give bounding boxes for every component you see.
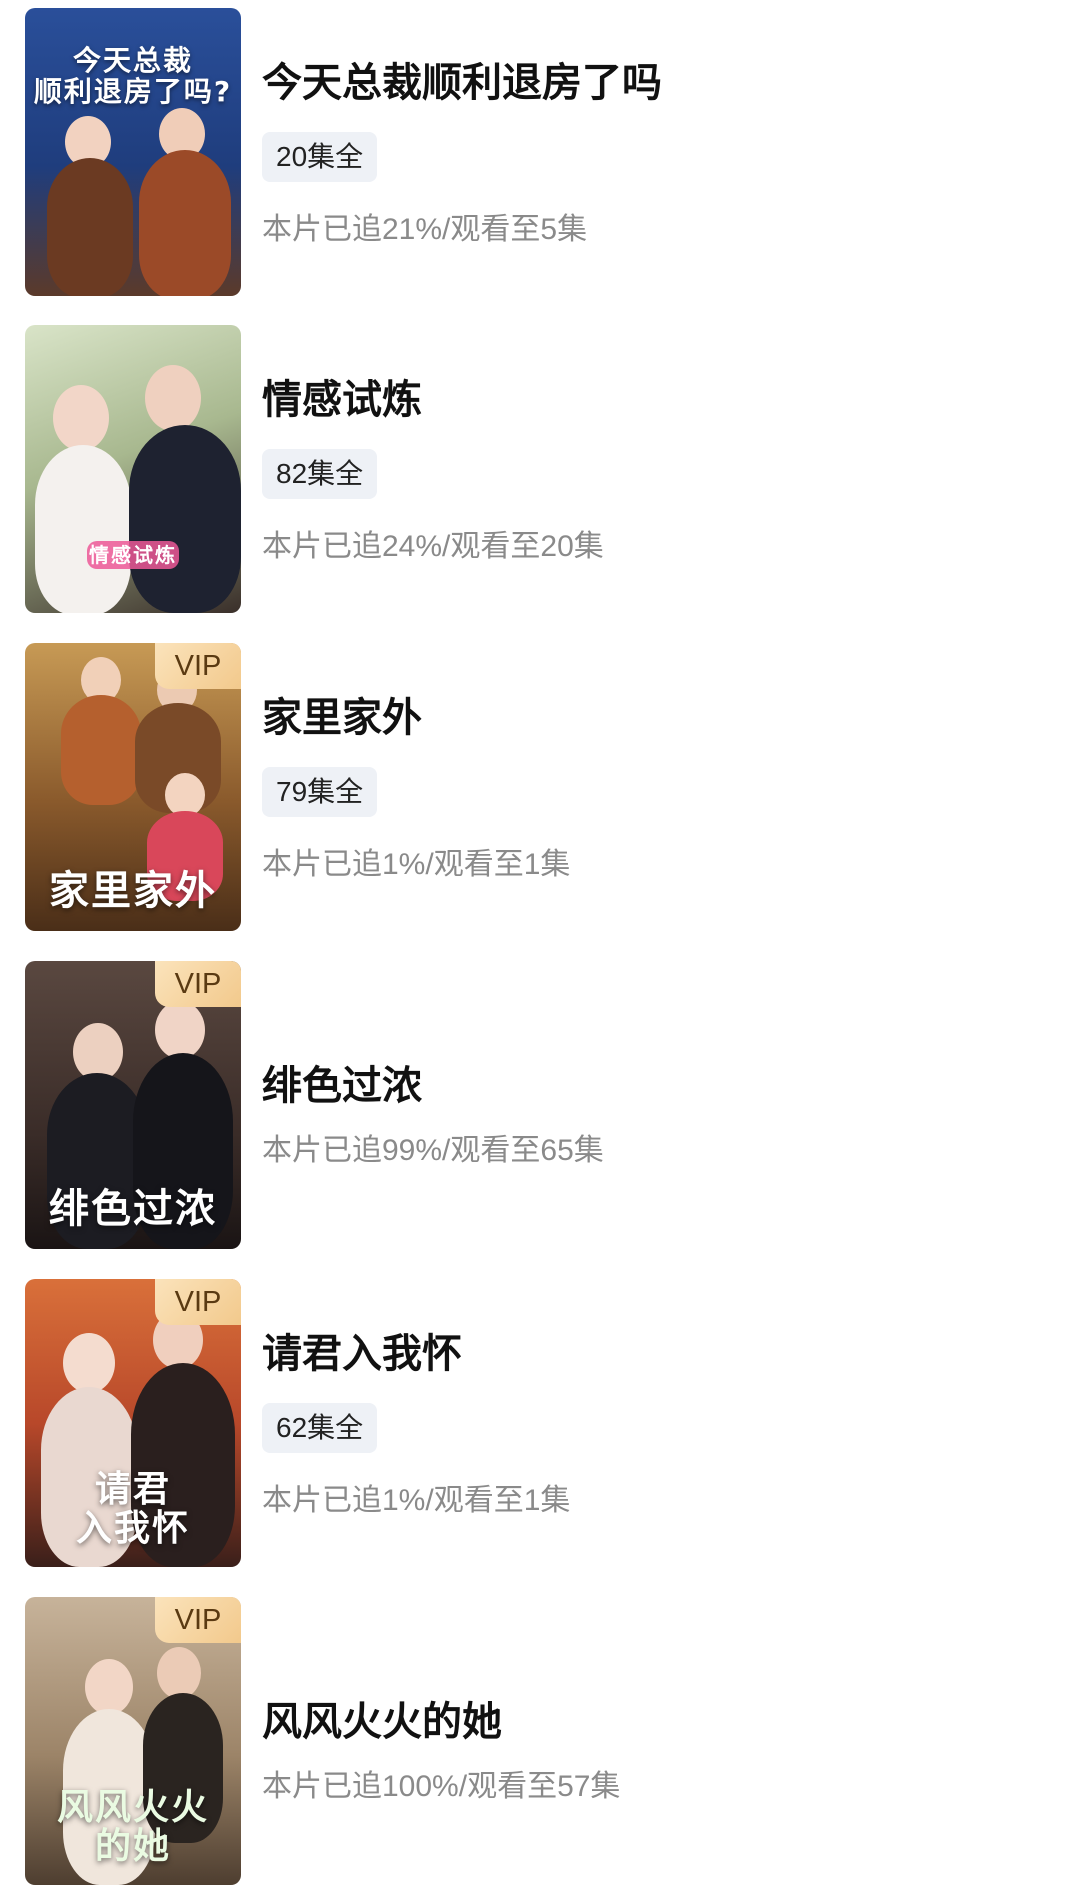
watch-progress-text: 本片已追1%/观看至1集	[262, 1484, 571, 1517]
vip-badge: VIP	[155, 643, 241, 689]
list-item[interactable]: 绯色过浓 VIP 绯色过浓 本片已追99%/观看至65集	[0, 961, 1080, 1251]
poster-thumbnail[interactable]: 绯色过浓 VIP	[25, 961, 241, 1249]
drama-title[interactable]: 今天总裁顺利退房了吗	[262, 50, 662, 108]
drama-title[interactable]: 家里家外	[262, 685, 422, 743]
watch-progress-text: 本片已追100%/观看至57集	[262, 1770, 621, 1803]
drama-title[interactable]: 情感试炼	[262, 367, 422, 425]
poster-art-text: 情感试炼	[87, 541, 179, 569]
drama-title[interactable]: 绯色过浓	[262, 1053, 422, 1111]
poster-art-text: 今天总裁 顺利退房了吗?	[33, 44, 233, 108]
list-item[interactable]: 风风火火 的她 VIP 风风火火的她 本片已追100%/观看至57集	[0, 1597, 1080, 1887]
drama-title[interactable]: 请君入我怀	[262, 1321, 462, 1379]
list-item[interactable]: 情感试炼 情感试炼 82集全 本片已追24%/观看至20集	[0, 325, 1080, 615]
list-item[interactable]: 今天总裁 顺利退房了吗? 今天总裁顺利退房了吗 20集全 本片已追21%/观看至…	[0, 8, 1080, 298]
watch-history-list: 今天总裁 顺利退房了吗? 今天总裁顺利退房了吗 20集全 本片已追21%/观看至…	[0, 0, 1080, 1900]
watch-progress-text: 本片已追99%/观看至65集	[262, 1134, 604, 1167]
watch-progress-text: 本片已追24%/观看至20集	[262, 530, 604, 563]
poster-art-text: 家里家外	[49, 867, 217, 914]
poster-thumbnail[interactable]: 家里家外 VIP	[25, 643, 241, 931]
episode-count-badge: 82集全	[262, 449, 378, 499]
poster-thumbnail[interactable]: 今天总裁 顺利退房了吗?	[25, 8, 241, 296]
drama-title[interactable]: 风风火火的她	[262, 1689, 502, 1747]
poster-art-text: 绯色过浓	[49, 1185, 217, 1232]
episode-count-badge: 79集全	[262, 767, 378, 817]
episode-count-badge: 62集全	[262, 1403, 378, 1453]
poster-art-text: 请君 入我怀	[75, 1467, 190, 1550]
vip-badge: VIP	[155, 961, 241, 1007]
list-item[interactable]: 请君 入我怀 VIP 请君入我怀 62集全 本片已追1%/观看至1集	[0, 1279, 1080, 1569]
poster-thumbnail[interactable]: 请君 入我怀 VIP	[25, 1279, 241, 1567]
list-item[interactable]: 家里家外 VIP 家里家外 79集全 本片已追1%/观看至1集	[0, 643, 1080, 933]
vip-badge: VIP	[155, 1597, 241, 1643]
episode-count-badge: 20集全	[262, 132, 378, 182]
poster-thumbnail[interactable]: 情感试炼	[25, 325, 241, 613]
watch-progress-text: 本片已追1%/观看至1集	[262, 848, 571, 881]
watch-progress-text: 本片已追21%/观看至5集	[262, 213, 588, 246]
poster-thumbnail[interactable]: 风风火火 的她 VIP	[25, 1597, 241, 1885]
vip-badge: VIP	[155, 1279, 241, 1325]
poster-art-text: 风风火火 的她	[56, 1785, 209, 1868]
